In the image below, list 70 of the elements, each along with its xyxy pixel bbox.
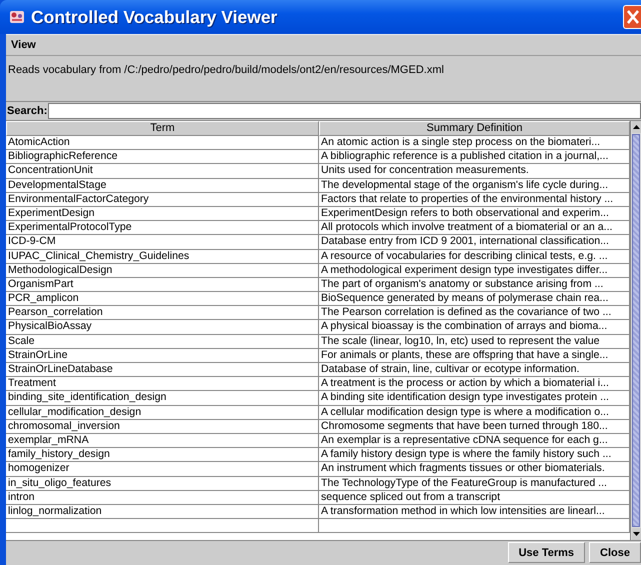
table-cell: An exemplar is a representative cDNA sequence for each g...	[319, 434, 630, 448]
table-cell: Factors that relate to properties of the environmental history ...	[319, 192, 630, 207]
table-cell: StrainOrLine	[6, 348, 319, 363]
search-label: Search:	[6, 105, 48, 117]
table-cell: An instrument which fragments tissues or other biomaterials.	[319, 462, 630, 476]
scrollbar[interactable]	[630, 121, 641, 540]
table-cell: ConcentrationUnit	[6, 164, 319, 179]
table-cell: All protocols which involve treatment of a biomaterial or an a...	[319, 221, 630, 236]
scroll-thumb[interactable]	[632, 134, 640, 527]
table-cell: family_history_design	[6, 448, 319, 462]
table-cell: BioSequence generated by means of polymerase chain rea...	[319, 292, 630, 306]
table-cell: A family history design type is where the family history such ...	[319, 448, 630, 462]
table-cell: A resource of vocabularies for describing clinical tests, e.g. ...	[319, 250, 630, 264]
table-cell: binding_site_identification_design	[6, 391, 319, 406]
table-cell: ICD-9-CM	[6, 235, 319, 250]
table-cell: IUPAC_Clinical_Chemistry_Guidelines	[6, 250, 319, 264]
table-cell: A bibliographic reference is a published citation in a journal,...	[319, 150, 630, 164]
table-cell: MethodologicalDesign	[6, 264, 319, 278]
table-cell: An atomic action is a single step process on the biomateri...	[319, 136, 630, 150]
table-cell: Database of strain, line, cultivar or ecotype information.	[319, 363, 630, 378]
table-cell: A cellular modification design type is where a modification o...	[319, 406, 630, 420]
table-cell: Scale	[6, 334, 319, 349]
table-cell: chromosomal_inversion	[6, 420, 319, 434]
table-cell: Database entry from ICD 9 2001, international classification...	[319, 235, 630, 250]
scroll-down-icon[interactable]	[632, 528, 640, 540]
table-cell: Pearson_correlation	[6, 306, 319, 320]
table-cell: DevelopmentalStage	[6, 178, 319, 193]
table-cell: BibliographicReference	[6, 150, 319, 164]
table-cell: Chromosome segments that have been turned through 180...	[319, 420, 630, 434]
table-cell: A transformation method in which low intensities are linearl...	[319, 504, 630, 520]
close-button[interactable]	[623, 5, 641, 29]
table-cell: EnvironmentalFactorCategory	[6, 192, 319, 207]
table-cell: For animals or plants, these are offspring that have a single...	[319, 348, 630, 363]
search-field[interactable]	[48, 103, 641, 119]
window-title: Controlled Vocabulary Viewer	[31, 6, 278, 28]
table-cell: cellular_modification_design	[6, 406, 319, 420]
table-cell: Units used for concentration measurements.	[319, 164, 630, 179]
table-cell: in_situ_oligo_features	[6, 476, 319, 491]
table-cell: A binding site identification design type investigates protein ...	[319, 391, 630, 406]
table-cell: The part of organism's anatomy or substance arising from ...	[319, 278, 630, 292]
dialog-button[interactable]: Use Terms	[508, 542, 586, 563]
menu-item[interactable]: View	[11, 39, 36, 51]
table-cell: intron	[6, 490, 319, 505]
table-cell: Treatment	[6, 377, 319, 392]
table-cell: exemplar_mRNA	[6, 434, 319, 448]
table-cell: A methodological experiment design type investigates differ...	[319, 264, 630, 278]
table-cell: PCR_amplicon	[6, 292, 319, 306]
column-header[interactable]: Term	[6, 121, 319, 136]
table-cell: ExperimentDesign	[6, 206, 319, 222]
table-cell: A physical bioassay is the combination of arrays and bioma...	[319, 320, 630, 335]
table-cell: The TechnologyType of the FeatureGroup is manufactured ...	[319, 476, 630, 491]
info-text: Reads vocabulary from /C:/pedro/pedro/pedro/build/models/ont2/en/resources/MGED.xml	[8, 64, 444, 76]
scroll-up-icon[interactable]	[632, 121, 640, 133]
table-cell: AtomicAction	[6, 136, 319, 150]
table-cell: The developmental stage of the organism's life cycle during...	[319, 178, 630, 193]
table-cell: OrganismPart	[6, 278, 319, 292]
table-cell: linlog_normalization	[6, 504, 319, 520]
table-cell: PhysicalBioAssay	[6, 320, 319, 335]
column-header[interactable]: Summary Definition	[319, 121, 630, 136]
table-cell: StrainOrLineDatabase	[6, 363, 319, 378]
table-cell: The Pearson correlation is defined as the covariance of two ...	[319, 306, 630, 320]
table-cell: ExperimentalProtocolType	[6, 221, 319, 236]
table-cell: ExperimentDesign refers to both observational and experim...	[319, 206, 630, 222]
dialog-button[interactable]: Close	[589, 542, 641, 563]
table-cell: homogenizer	[6, 462, 319, 476]
table-cell: sequence spliced out from a transcript	[319, 490, 630, 505]
close-icon	[626, 10, 638, 24]
app-icon	[9, 9, 25, 25]
table-cell: The scale (linear, log10, ln, etc) used to represent the value	[319, 334, 630, 349]
table-cell: A treatment is the process or action by which a biomaterial i...	[319, 377, 630, 392]
